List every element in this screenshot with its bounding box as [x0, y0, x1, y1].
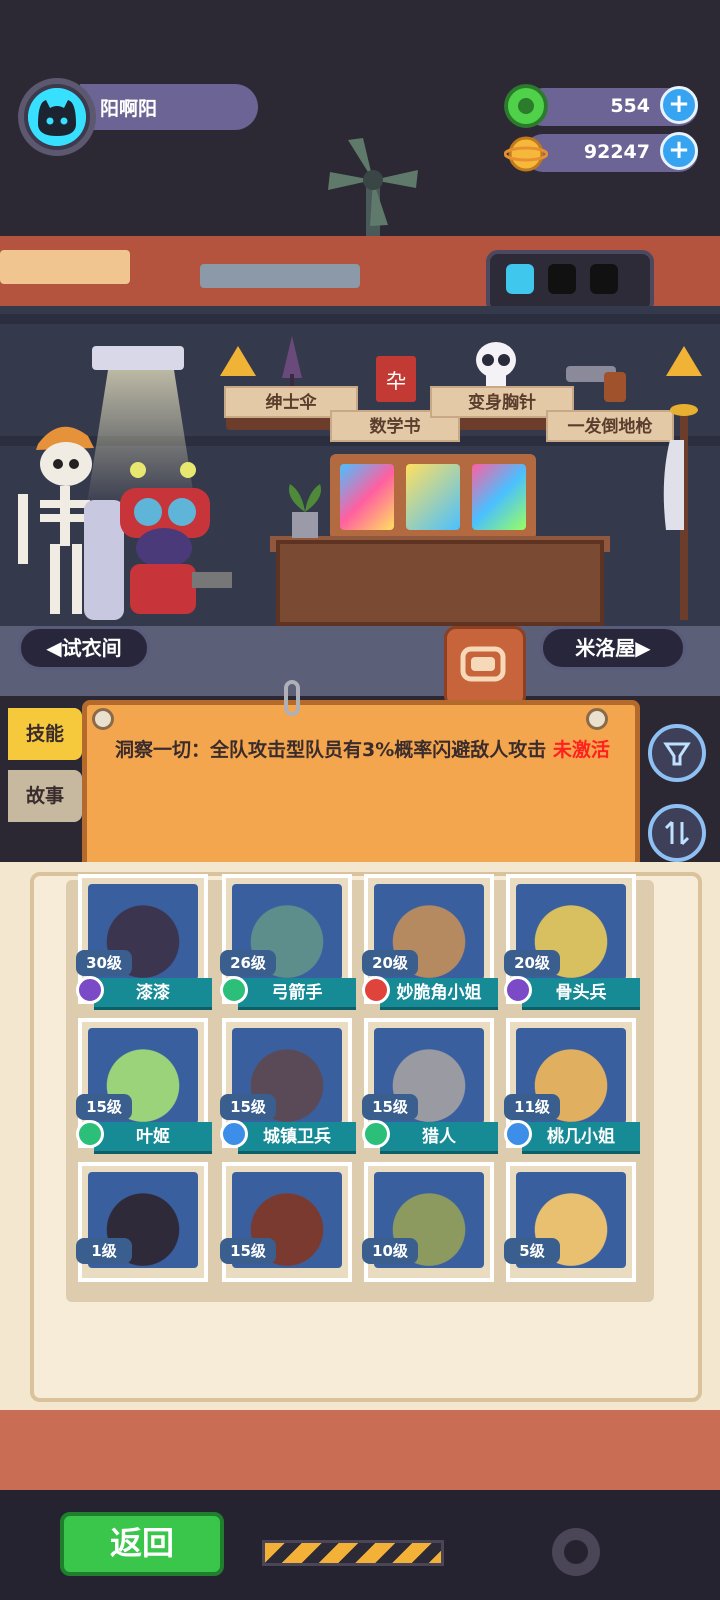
battery-gauge — [486, 250, 654, 314]
math-book-icon[interactable]: 卆 — [374, 354, 418, 404]
add-gems-button[interactable]: + — [660, 86, 698, 124]
hero-card[interactable]: 26级 弓箭手 — [220, 874, 356, 1010]
element-badge-icon — [504, 1120, 532, 1148]
tab-story[interactable]: 故事 — [8, 770, 82, 822]
player-name-bar[interactable]: 阳啊阳 — [80, 84, 258, 130]
element-badge-icon — [362, 976, 390, 1004]
hero-level: 20级 — [504, 950, 560, 976]
tab-skill[interactable]: 技能 — [8, 708, 82, 760]
hero-portrait[interactable] — [472, 464, 526, 530]
hero-card[interactable]: 5级 — [504, 1162, 636, 1282]
element-badge-icon — [362, 1120, 390, 1148]
element-badge-icon — [504, 976, 532, 1004]
battery-cell — [590, 264, 618, 294]
hero-level: 1级 — [76, 1238, 132, 1264]
player-name: 阳啊阳 — [100, 98, 158, 120]
hero-portrait[interactable] — [406, 464, 460, 530]
hero-level: 30级 — [76, 950, 132, 976]
gem-currency-bar: 554 + — [524, 86, 698, 126]
blurred-text — [150, 1314, 650, 1342]
hazard-stripe — [262, 1540, 444, 1566]
hero-level: 26级 — [220, 950, 276, 976]
element-badge-icon — [76, 976, 104, 1004]
robot-hero-character — [84, 462, 232, 620]
hero-name: 桃几小姐 — [522, 1122, 640, 1154]
gold-planet-coin-icon — [504, 136, 548, 172]
milo-house-button[interactable]: 米洛屋▶ — [540, 626, 686, 670]
battery-cell — [506, 264, 534, 294]
potted-plant-icon — [289, 484, 321, 538]
filter-icon — [663, 742, 691, 766]
hero-level: 15级 — [220, 1094, 276, 1120]
hero-portrait[interactable] — [340, 464, 394, 530]
back-button[interactable]: 返回 — [60, 1512, 224, 1576]
ceiling-lamp-icon — [92, 346, 184, 370]
chat-bubble-icon — [460, 646, 506, 682]
book-cover-edge — [0, 1410, 720, 1490]
hero-card[interactable]: 15级 猎人 — [362, 1018, 498, 1154]
umbrella-icon[interactable] — [274, 334, 310, 390]
paper-clip-icon — [284, 680, 300, 716]
hero-card[interactable]: 11级 桃几小姐 — [504, 1018, 640, 1154]
fan-icon — [328, 138, 418, 240]
hero-card[interactable]: 1级 — [76, 1162, 208, 1282]
hero-name: 叶姬 — [94, 1122, 212, 1154]
skill-panel: 洞察一切：全队攻击型队员有3%概率闪避敌人攻击 未激活 — [82, 700, 640, 880]
pin-icon — [92, 708, 114, 730]
hero-name: 城镇卫兵 — [238, 1122, 356, 1154]
coat-rack-icon — [663, 404, 698, 620]
skill-text: 洞察一切：全队攻击型队员有3%概率闪避敌人攻击 — [115, 739, 547, 761]
filter-button[interactable] — [648, 724, 706, 782]
hero-name: 弓箭手 — [238, 978, 356, 1010]
hero-card[interactable]: 10级 — [362, 1162, 494, 1282]
hero-card[interactable]: 30级 漆漆 — [76, 874, 212, 1010]
skill-description: 洞察一切：全队攻击型队员有3%概率闪避敌人攻击 未激活 — [115, 735, 615, 765]
hero-level: 5级 — [504, 1238, 560, 1264]
hero-card[interactable]: 15级 叶姬 — [76, 1018, 212, 1154]
hero-level: 11级 — [504, 1094, 560, 1120]
hero-name: 漆漆 — [94, 978, 212, 1010]
pin-icon — [586, 708, 608, 730]
gem-count: 554 — [610, 95, 650, 117]
hero-name: 猎人 — [380, 1122, 498, 1154]
warning-icon — [220, 346, 256, 376]
hero-card[interactable]: 15级 — [220, 1162, 352, 1282]
cat-avatar-icon[interactable] — [28, 88, 86, 146]
gear-icon — [552, 1528, 600, 1576]
sort-button[interactable] — [648, 804, 706, 862]
hero-level: 15级 — [220, 1238, 276, 1264]
svg-text:卆: 卆 — [386, 369, 406, 393]
hero-level: 10级 — [362, 1238, 418, 1264]
skull-brooch-icon[interactable] — [472, 340, 520, 390]
hero-level: 20级 — [362, 950, 418, 976]
chat-button[interactable] — [444, 626, 526, 708]
hero-level: 15级 — [76, 1094, 132, 1120]
green-gem-coin-icon — [504, 84, 548, 128]
hero-card[interactable]: 20级 骨头兵 — [504, 874, 640, 1010]
fitting-room-button[interactable]: ◀试衣间 — [18, 626, 150, 670]
sort-icon — [664, 820, 690, 846]
hero-card[interactable]: 15级 城镇卫兵 — [220, 1018, 356, 1154]
add-gold-button[interactable]: + — [660, 132, 698, 170]
skill-status: 未激活 — [552, 739, 610, 761]
hero-level: 15级 — [362, 1094, 418, 1120]
wooden-cabinet — [276, 540, 604, 626]
hero-name: 妙脆角小姐 — [380, 978, 498, 1010]
hero-card[interactable]: 20级 妙脆角小姐 — [362, 874, 498, 1010]
hero-name: 骨头兵 — [522, 978, 640, 1010]
gold-count: 92247 — [583, 141, 650, 163]
element-badge-icon — [76, 1120, 104, 1148]
gold-currency-bar: 92247 + — [524, 132, 698, 172]
hero-grid: 30级 漆漆 26级 弓箭手 20级 妙脆角小姐 20级 骨头兵 15级 叶姬 15级 城镇卫兵 15级… — [66, 874, 654, 1302]
battery-cell — [548, 264, 576, 294]
element-badge-icon — [220, 1120, 248, 1148]
element-badge-icon — [220, 976, 248, 1004]
pistol-icon[interactable] — [564, 358, 634, 404]
warning-icon — [666, 346, 702, 376]
